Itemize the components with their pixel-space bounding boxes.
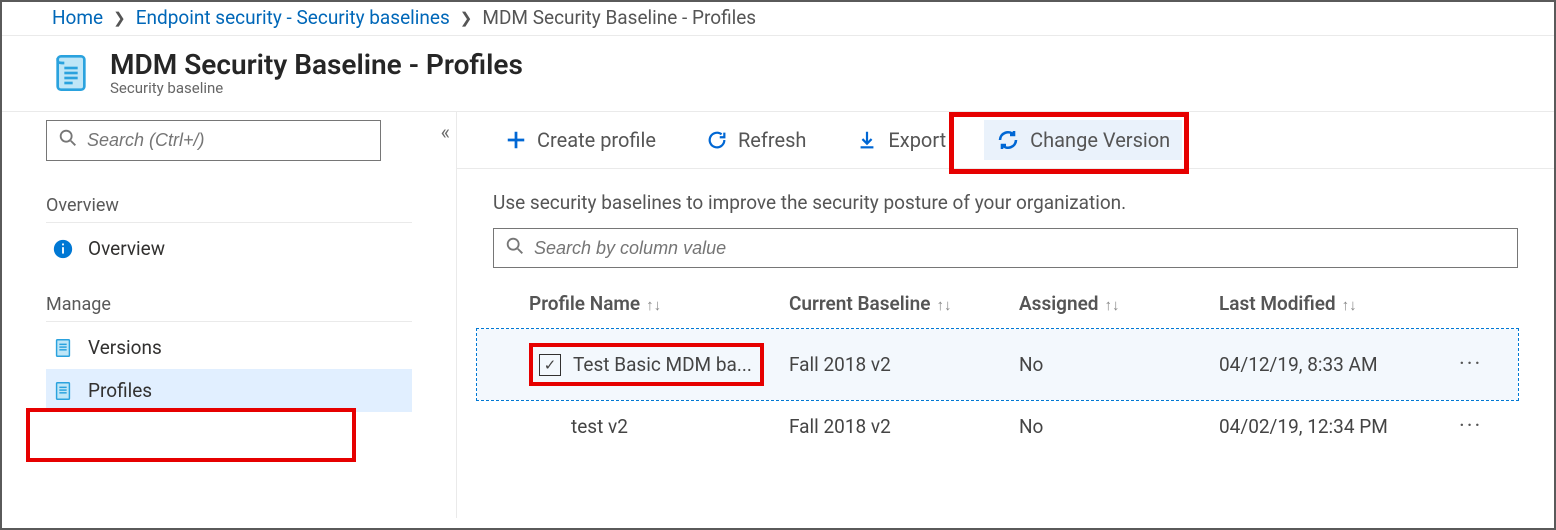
main-panel: Create profile Refresh Export Change Ver… <box>457 112 1554 518</box>
sidebar-item-profiles[interactable]: Profiles <box>46 369 412 412</box>
change-version-button[interactable]: Change Version <box>984 120 1182 160</box>
col-last-modified[interactable]: Last Modified↑↓ <box>1219 292 1459 315</box>
highlight-box: ✓ Test Basic MDM ba... <box>529 343 764 386</box>
export-icon <box>856 129 878 151</box>
cell-current-baseline: Fall 2018 v2 <box>789 353 1019 376</box>
toolbar-label: Create profile <box>537 128 656 152</box>
search-icon <box>504 235 526 261</box>
sort-icon: ↑↓ <box>1342 296 1357 314</box>
cell-last-modified: 04/02/19, 12:34 PM <box>1219 415 1459 438</box>
sidebar-group-overview: Overview <box>46 189 412 223</box>
sidebar-item-label: Profiles <box>88 379 152 402</box>
page-header: MDM Security Baseline - Profiles Securit… <box>2 36 1554 112</box>
breadcrumb-home[interactable]: Home <box>52 6 103 29</box>
breadcrumb: Home ❯ Endpoint security - Security base… <box>2 2 1554 36</box>
refresh-button[interactable]: Refresh <box>694 120 818 160</box>
sidebar: « Overview Overview Manage <box>2 112 457 518</box>
sidebar-item-label: Overview <box>88 237 165 260</box>
table-row[interactable]: ✓ Test Basic MDM ba... Fall 2018 v2 No 0… <box>477 329 1518 400</box>
breadcrumb-current: MDM Security Baseline - Profiles <box>482 6 756 29</box>
table-row[interactable]: test v2 Fall 2018 v2 No 04/02/19, 12:34 … <box>477 400 1518 453</box>
doc-icon <box>52 380 74 402</box>
sidebar-item-label: Versions <box>88 336 162 359</box>
breadcrumb-endpoint-security[interactable]: Endpoint security - Security baselines <box>136 6 450 29</box>
search-icon <box>57 127 79 154</box>
sidebar-search-input[interactable] <box>87 130 370 151</box>
sidebar-item-overview[interactable]: Overview <box>46 227 412 270</box>
column-search-input[interactable] <box>534 238 1507 259</box>
grid-header: Profile Name↑↓ Current Baseline↑↓ Assign… <box>477 282 1518 329</box>
plus-icon <box>505 129 527 151</box>
row-menu-button[interactable]: ··· <box>1459 352 1499 377</box>
collapse-icon[interactable]: « <box>441 120 450 144</box>
col-profile-name[interactable]: Profile Name↑↓ <box>529 292 789 315</box>
col-assigned[interactable]: Assigned↑↓ <box>1019 292 1219 315</box>
cell-last-modified: 04/12/19, 8:33 AM <box>1219 353 1459 376</box>
toolbar-label: Change Version <box>1030 128 1170 152</box>
cell-profile-name: Test Basic MDM ba... <box>573 353 752 376</box>
sidebar-group-manage: Manage <box>46 288 412 322</box>
chevron-right-icon: ❯ <box>109 9 130 27</box>
cell-assigned: No <box>1019 415 1219 438</box>
sort-icon: ↑↓ <box>646 296 661 314</box>
sort-icon: ↑↓ <box>1105 296 1120 314</box>
checkbox-checked-icon[interactable]: ✓ <box>539 354 561 376</box>
info-icon <box>52 238 74 260</box>
toolbar-label: Export <box>888 128 946 152</box>
doc-icon <box>52 337 74 359</box>
sort-icon: ↑↓ <box>936 296 951 314</box>
cell-profile-name: test v2 <box>529 415 789 438</box>
cell-assigned: No <box>1019 353 1219 376</box>
row-menu-button[interactable]: ··· <box>1459 414 1499 439</box>
profiles-grid: Profile Name↑↓ Current Baseline↑↓ Assign… <box>477 282 1518 453</box>
col-current-baseline[interactable]: Current Baseline↑↓ <box>789 292 1019 315</box>
baseline-doc-icon <box>48 50 94 96</box>
cell-current-baseline: Fall 2018 v2 <box>789 415 1019 438</box>
chevron-right-icon: ❯ <box>456 9 477 27</box>
page-subtitle: Security baseline <box>110 79 523 97</box>
description-text: Use security baselines to improve the se… <box>457 169 1554 220</box>
highlight-box <box>26 408 356 462</box>
export-button[interactable]: Export <box>844 120 958 160</box>
page-title: MDM Security Baseline - Profiles <box>110 48 523 81</box>
sidebar-search[interactable] <box>46 120 381 161</box>
change-version-icon <box>996 128 1020 152</box>
sidebar-item-versions[interactable]: Versions <box>46 326 412 369</box>
create-profile-button[interactable]: Create profile <box>493 120 668 160</box>
refresh-icon <box>706 129 728 151</box>
column-search[interactable] <box>493 228 1518 268</box>
toolbar-label: Refresh <box>738 128 806 152</box>
toolbar: Create profile Refresh Export Change Ver… <box>457 112 1554 169</box>
